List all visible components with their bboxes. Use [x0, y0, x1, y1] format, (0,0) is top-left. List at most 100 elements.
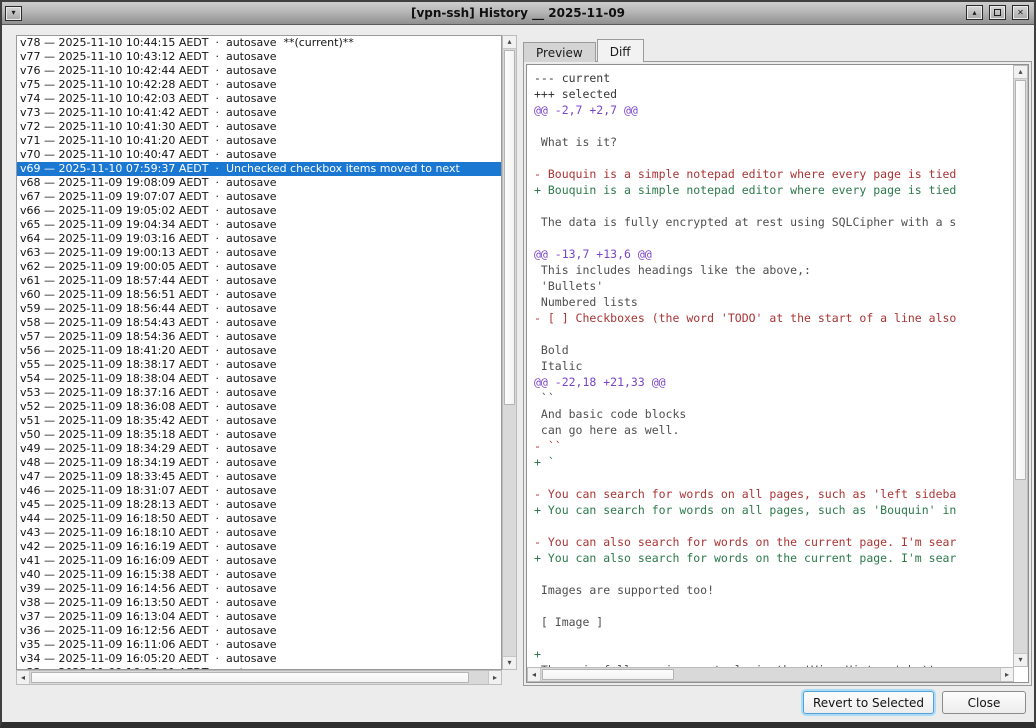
version-row[interactable]: v49 — 2025-11-09 18:34:29 AEDT · autosav…: [17, 442, 501, 456]
scroll-left-arrow-icon[interactable]: ◂: [17, 671, 30, 684]
diff-line: [534, 150, 1014, 166]
diff-line: [534, 598, 1014, 614]
scrollbar-thumb[interactable]: [1015, 80, 1026, 480]
version-row[interactable]: v69 — 2025-11-10 07:59:37 AEDT · Uncheck…: [17, 162, 501, 176]
version-row[interactable]: v47 — 2025-11-09 18:33:45 AEDT · autosav…: [17, 470, 501, 484]
version-row[interactable]: v36 — 2025-11-09 16:12:56 AEDT · autosav…: [17, 624, 501, 638]
version-row[interactable]: v43 — 2025-11-09 16:18:10 AEDT · autosav…: [17, 526, 501, 540]
version-row[interactable]: v39 — 2025-11-09 16:14:56 AEDT · autosav…: [17, 582, 501, 596]
version-row[interactable]: v77 — 2025-11-10 10:43:12 AEDT · autosav…: [17, 50, 501, 64]
version-row[interactable]: v55 — 2025-11-09 18:38:17 AEDT · autosav…: [17, 358, 501, 372]
version-list-horizontal-scrollbar[interactable]: ◂ ▸: [16, 670, 502, 685]
close-window-button[interactable]: ✕: [1012, 5, 1029, 20]
diff-line: + You can also search for words on the c…: [534, 550, 1014, 566]
diff-line: - You can search for words on all pages,…: [534, 486, 1014, 502]
diff-line: Italic: [534, 358, 1014, 374]
version-row[interactable]: v59 — 2025-11-09 18:56:44 AEDT · autosav…: [17, 302, 501, 316]
scroll-down-arrow-icon[interactable]: ▾: [503, 656, 516, 669]
diff-view: --- current+++ selected@@ -2,7 +2,7 @@ W…: [526, 64, 1029, 683]
shade-button[interactable]: ▴: [966, 5, 983, 20]
tab-diff[interactable]: Diff: [597, 39, 644, 62]
diff-line: @@ -2,7 +2,7 @@: [534, 102, 1014, 118]
scroll-right-arrow-icon[interactable]: ▸: [488, 671, 501, 684]
version-row[interactable]: v65 — 2025-11-09 19:04:34 AEDT · autosav…: [17, 218, 501, 232]
version-row[interactable]: v45 — 2025-11-09 18:28:13 AEDT · autosav…: [17, 498, 501, 512]
version-row[interactable]: v60 — 2025-11-09 18:56:51 AEDT · autosav…: [17, 288, 501, 302]
version-row[interactable]: v71 — 2025-11-10 10:41:20 AEDT · autosav…: [17, 134, 501, 148]
diff-line: --- current: [534, 70, 1014, 86]
version-row[interactable]: v51 — 2025-11-09 18:35:42 AEDT · autosav…: [17, 414, 501, 428]
tab-bar: Preview Diff: [523, 39, 645, 62]
version-row[interactable]: v57 — 2025-11-09 18:54:36 AEDT · autosav…: [17, 330, 501, 344]
version-row[interactable]: v54 — 2025-11-09 18:38:04 AEDT · autosav…: [17, 372, 501, 386]
version-row[interactable]: v68 — 2025-11-09 19:08:09 AEDT · autosav…: [17, 176, 501, 190]
scroll-up-arrow-icon[interactable]: ▴: [503, 36, 516, 49]
diff-line: +++ selected: [534, 86, 1014, 102]
scrollbar-thumb[interactable]: [504, 50, 515, 405]
diff-line: [534, 566, 1014, 582]
version-row[interactable]: v72 — 2025-11-10 10:41:30 AEDT · autosav…: [17, 120, 501, 134]
version-row[interactable]: v48 — 2025-11-09 18:34:19 AEDT · autosav…: [17, 456, 501, 470]
shade-icon: ▴: [972, 9, 976, 17]
version-row[interactable]: v42 — 2025-11-09 16:16:19 AEDT · autosav…: [17, 540, 501, 554]
scrollbar-thumb[interactable]: [542, 669, 674, 680]
version-row[interactable]: v41 — 2025-11-09 16:16:09 AEDT · autosav…: [17, 554, 501, 568]
version-row[interactable]: v74 — 2025-11-10 10:42:03 AEDT · autosav…: [17, 92, 501, 106]
diff-line: [534, 198, 1014, 214]
version-row[interactable]: v58 — 2025-11-09 18:54:43 AEDT · autosav…: [17, 316, 501, 330]
version-row[interactable]: v40 — 2025-11-09 16:15:38 AEDT · autosav…: [17, 568, 501, 582]
version-row[interactable]: v63 — 2025-11-09 19:00:13 AEDT · autosav…: [17, 246, 501, 260]
diff-line: can go here as well.: [534, 422, 1014, 438]
close-icon: ✕: [1017, 9, 1024, 17]
version-row[interactable]: v78 — 2025-11-10 10:44:15 AEDT · autosav…: [17, 36, 501, 50]
diff-line: + `: [534, 454, 1014, 470]
revert-to-selected-button[interactable]: Revert to Selected: [803, 691, 934, 714]
maximize-button[interactable]: [989, 5, 1006, 20]
diff-line: [534, 470, 1014, 486]
diff-line: And basic code blocks: [534, 406, 1014, 422]
version-row[interactable]: v35 — 2025-11-09 16:11:06 AEDT · autosav…: [17, 638, 501, 652]
version-row[interactable]: v70 — 2025-11-10 10:40:47 AEDT · autosav…: [17, 148, 501, 162]
version-row[interactable]: v37 — 2025-11-09 16:13:04 AEDT · autosav…: [17, 610, 501, 624]
scrollbar-thumb[interactable]: [31, 672, 469, 683]
diff-line: + Bouquin is a simple notepad editor whe…: [534, 182, 1014, 198]
diff-vertical-scrollbar[interactable]: ▴ ▾: [1013, 65, 1028, 667]
version-row[interactable]: v44 — 2025-11-09 16:18:50 AEDT · autosav…: [17, 512, 501, 526]
scroll-down-arrow-icon[interactable]: ▾: [1014, 653, 1027, 666]
version-row[interactable]: v67 — 2025-11-09 19:07:07 AEDT · autosav…: [17, 190, 501, 204]
version-row[interactable]: v53 — 2025-11-09 18:37:16 AEDT · autosav…: [17, 386, 501, 400]
diff-line: - [ ] Checkboxes (the word 'TODO' at the…: [534, 310, 1014, 326]
diff-pane: --- current+++ selected@@ -2,7 +2,7 @@ W…: [523, 61, 1032, 686]
version-list[interactable]: v78 — 2025-11-10 10:44:15 AEDT · autosav…: [16, 35, 502, 670]
scroll-left-arrow-icon[interactable]: ◂: [528, 668, 541, 681]
tab-preview[interactable]: Preview: [523, 42, 596, 62]
version-row[interactable]: v46 — 2025-11-09 18:31:07 AEDT · autosav…: [17, 484, 501, 498]
scroll-right-arrow-icon[interactable]: ▸: [1000, 668, 1013, 681]
diff-line: [534, 326, 1014, 342]
window-title: [vpn-ssh] History __ 2025-11-09: [2, 6, 1034, 20]
diff-line: The data is fully encrypted at rest usin…: [534, 214, 1014, 230]
diff-line: + You can search for words on all pages,…: [534, 502, 1014, 518]
diff-line: [534, 230, 1014, 246]
version-row[interactable]: v73 — 2025-11-10 10:41:42 AEDT · autosav…: [17, 106, 501, 120]
version-row[interactable]: v66 — 2025-11-09 19:05:02 AEDT · autosav…: [17, 204, 501, 218]
version-row[interactable]: v75 — 2025-11-10 10:42:28 AEDT · autosav…: [17, 78, 501, 92]
version-row[interactable]: v56 — 2025-11-09 18:41:20 AEDT · autosav…: [17, 344, 501, 358]
version-row[interactable]: v76 — 2025-11-10 10:42:44 AEDT · autosav…: [17, 64, 501, 78]
close-button[interactable]: Close: [942, 691, 1026, 714]
diff-line: @@ -13,7 +13,6 @@: [534, 246, 1014, 262]
diff-line: 'Bullets': [534, 278, 1014, 294]
scroll-up-arrow-icon[interactable]: ▴: [1014, 66, 1027, 79]
diff-line: Numbered lists: [534, 294, 1014, 310]
version-row[interactable]: v50 — 2025-11-09 18:35:18 AEDT · autosav…: [17, 428, 501, 442]
version-row[interactable]: v38 — 2025-11-09 16:13:50 AEDT · autosav…: [17, 596, 501, 610]
version-row[interactable]: v62 — 2025-11-09 19:00:05 AEDT · autosav…: [17, 260, 501, 274]
version-list-vertical-scrollbar[interactable]: ▴ ▾: [502, 35, 517, 670]
titlebar: ▾ [vpn-ssh] History __ 2025-11-09 ▴ ✕: [2, 2, 1034, 25]
version-row[interactable]: v64 — 2025-11-09 19:03:16 AEDT · autosav…: [17, 232, 501, 246]
maximize-icon: [994, 9, 1001, 16]
diff-horizontal-scrollbar[interactable]: ◂ ▸: [527, 667, 1014, 682]
version-row[interactable]: v34 — 2025-11-09 16:05:20 AEDT · autosav…: [17, 652, 501, 666]
version-row[interactable]: v52 — 2025-11-09 18:36:08 AEDT · autosav…: [17, 400, 501, 414]
version-row[interactable]: v61 — 2025-11-09 18:57:44 AEDT · autosav…: [17, 274, 501, 288]
